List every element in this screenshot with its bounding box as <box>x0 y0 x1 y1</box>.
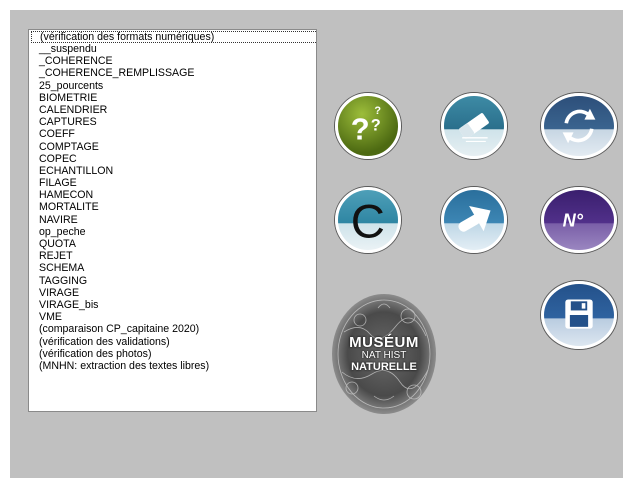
list-item[interactable]: CAPTURES <box>29 116 316 128</box>
list-item[interactable]: ECHANTILLON <box>29 165 316 177</box>
next-button[interactable] <box>441 187 507 253</box>
list-item[interactable]: (vérification des photos) <box>29 348 316 360</box>
list-item[interactable]: SCHEMA <box>29 262 316 274</box>
eraser-icon <box>459 113 489 142</box>
arrow-right-icon <box>458 206 491 232</box>
save-button[interactable] <box>541 281 617 349</box>
list-item[interactable]: (vérification des formats numériques) <box>31 31 316 43</box>
svg-text:?: ? <box>371 117 381 135</box>
svg-text:N°: N° <box>563 210 584 230</box>
list-item[interactable]: op_peche <box>29 226 316 238</box>
list-item[interactable]: QUOTA <box>29 238 316 250</box>
eraser-button[interactable] <box>441 93 507 159</box>
list-item[interactable]: __suspendu <box>29 43 316 55</box>
list-item[interactable]: NAVIRE <box>29 214 316 226</box>
list-item[interactable]: 25_pourcents <box>29 80 316 92</box>
svg-text:?: ? <box>374 105 381 117</box>
list-item[interactable]: (vérification des validations) <box>29 336 316 348</box>
query-listbox[interactable]: (vérification des formats numériques) __s… <box>28 29 317 412</box>
floppy-disk-icon <box>565 299 593 329</box>
list-item[interactable]: (MNHN: extraction des textes libres) <box>29 360 316 372</box>
list-item[interactable]: FILAGE <box>29 177 316 189</box>
list-item[interactable]: VIRAGE_bis <box>29 299 316 311</box>
list-item[interactable]: TAGGING <box>29 275 316 287</box>
list-item[interactable]: REJET <box>29 250 316 262</box>
list-item[interactable]: VME <box>29 311 316 323</box>
list-item[interactable]: HAMECON <box>29 189 316 201</box>
refresh-button[interactable] <box>541 93 617 159</box>
list-item[interactable]: _COHERENCE_REMPLISSAGE <box>29 67 316 79</box>
c-button[interactable]: C <box>335 187 401 253</box>
list-item[interactable]: BIOMETRIE <box>29 92 316 104</box>
list-item[interactable]: MORTALITE <box>29 201 316 213</box>
number-sign-icon: N° <box>563 210 584 230</box>
help-button[interactable]: ? ? ? <box>335 93 401 159</box>
list-item[interactable]: VIRAGE <box>29 287 316 299</box>
list-item[interactable]: CALENDRIER <box>29 104 316 116</box>
list-item[interactable]: _COHERENCE <box>29 55 316 67</box>
question-marks-icon: ? ? ? <box>351 105 382 147</box>
svg-text:C: C <box>351 195 385 248</box>
list-item[interactable]: COMPTAGE <box>29 141 316 153</box>
museum-emblem-icon <box>332 294 436 414</box>
refresh-arrows-icon <box>562 108 596 144</box>
list-item[interactable]: (comparaison CP_capitaine 2020) <box>29 323 316 335</box>
museum-logo: MUSÉUM NAT HIST NATURELLE <box>330 292 438 416</box>
list-item[interactable]: COPEC <box>29 153 316 165</box>
svg-text:?: ? <box>351 112 370 147</box>
number-button[interactable]: N° <box>541 187 617 253</box>
list-item[interactable]: COEFF <box>29 128 316 140</box>
letter-c-icon: C <box>351 195 385 248</box>
